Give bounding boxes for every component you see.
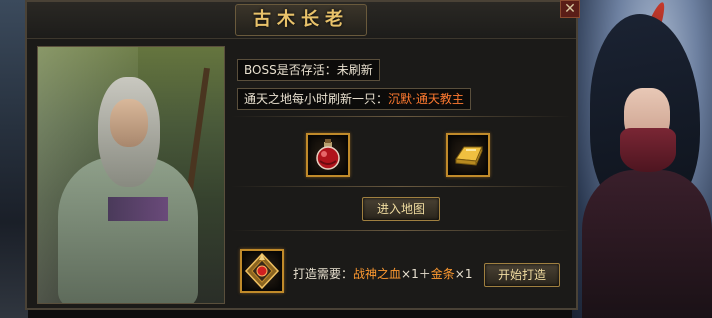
- forge-plus: ＋: [418, 267, 431, 281]
- forge-item-gold: 金条: [430, 267, 455, 281]
- background-character-art: [572, 0, 712, 318]
- character-mask: [620, 128, 676, 172]
- refresh-info-label: 通天之地每小时刷新一只：: [244, 92, 389, 106]
- forge-qty-gold: ×1: [454, 267, 473, 281]
- divider: [231, 186, 571, 187]
- npc-dialog-panel: 古木长老 ✕ BOSS是否存活：未刷新 通天之地每小时刷新一只：沉默·通天教主 …: [25, 0, 580, 310]
- refresh-info-value: 沉默·通天教主: [388, 92, 464, 106]
- forge-qty-blood: ×1: [401, 267, 419, 281]
- boss-status: BOSS是否存活：未刷新: [237, 59, 380, 81]
- war-crest-icon[interactable]: [240, 249, 284, 293]
- divider: [231, 116, 571, 117]
- red-potion-icon[interactable]: [306, 133, 350, 177]
- boss-status-label: BOSS是否存活：: [244, 63, 337, 77]
- forge-label: 打造需要：: [293, 267, 354, 281]
- character-body: [582, 170, 712, 318]
- forge-requirement: 打造需要：战神之血×1＋金条×1: [293, 264, 472, 284]
- npc-portrait: [37, 46, 225, 304]
- portrait-sash: [108, 197, 168, 221]
- boss-status-value: 未刷新: [336, 63, 373, 77]
- start-forge-button[interactable]: 开始打造: [484, 263, 560, 287]
- enter-map-button[interactable]: 进入地图: [362, 197, 440, 221]
- close-icon[interactable]: ✕: [560, 0, 580, 18]
- gold-bar-icon[interactable]: [446, 133, 490, 177]
- title-bar: 古木长老 ✕: [27, 0, 580, 39]
- refresh-info: 通天之地每小时刷新一只：沉默·通天教主: [237, 88, 471, 110]
- background-scenery-left: [0, 0, 28, 318]
- divider: [231, 230, 571, 231]
- portrait-face: [110, 99, 148, 147]
- window-title: 古木长老: [235, 4, 367, 36]
- forge-item-blood: 战神之血: [353, 267, 402, 281]
